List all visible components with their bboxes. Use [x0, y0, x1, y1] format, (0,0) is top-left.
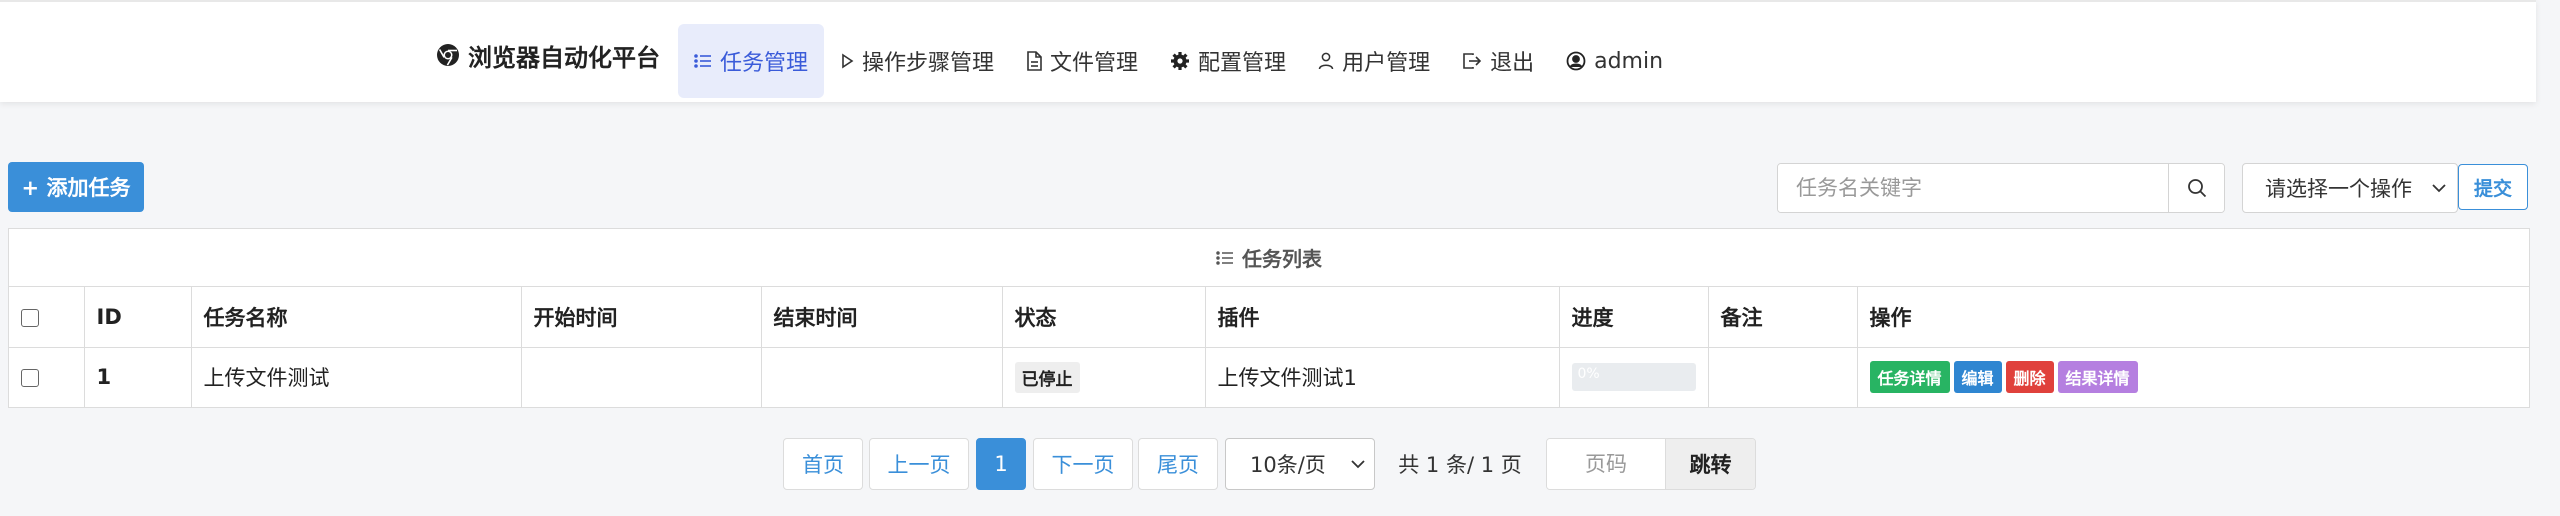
cell-end-time [761, 347, 1003, 408]
column-header: 状态 [1002, 287, 1206, 348]
cell-note [1708, 347, 1858, 408]
table-row: 1 上传文件测试 已停止 上传文件测试1 0% 任务详情 编辑 删除 结果详情 [9, 347, 2529, 408]
nav-label: 文件管理 [1050, 51, 1139, 76]
page-size-value: 10条/页 [1250, 453, 1326, 477]
nav-label: 任务管理 [720, 51, 809, 76]
first-page-button[interactable]: 首页 [783, 438, 863, 490]
task-detail-button[interactable]: 任务详情 [1869, 361, 1950, 393]
play-icon [842, 53, 854, 69]
nav-item-admin[interactable]: admin [1550, 24, 1679, 98]
column-header: 开始时间 [521, 287, 762, 348]
status-badge: 已停止 [1014, 361, 1080, 393]
search-input[interactable] [1778, 164, 2168, 212]
task-table-card: 任务列表 ID 任务名称 开始时间 结束时间 状态 插件 进度 备注 操作 1 … [8, 228, 2530, 408]
cell-id: 1 [84, 347, 192, 408]
column-header: 操作 [1857, 287, 2529, 348]
user-icon [1318, 52, 1334, 70]
page-size-select[interactable]: 10条/页 [1225, 438, 1375, 490]
cell-name: 上传文件测试 [191, 347, 522, 408]
nav-label: admin [1594, 48, 1664, 74]
main-nav: 任务管理 操作步骤管理 文件管理 配置管理 用户管理 退出 admin [678, 24, 1679, 98]
edit-button[interactable]: 编辑 [1953, 361, 2002, 393]
table-header-row: ID 任务名称 开始时间 结束时间 状态 插件 进度 备注 操作 [9, 287, 2529, 348]
nav-label: 用户管理 [1342, 51, 1431, 76]
search-button[interactable] [2168, 164, 2224, 212]
brand-title: 浏览器自动化平台 [468, 43, 660, 72]
file-icon [1027, 51, 1042, 71]
nav-label: 退出 [1490, 51, 1535, 76]
task-table: ID 任务名称 开始时间 结束时间 状态 插件 进度 备注 操作 1 上传文件测… [9, 287, 2529, 408]
brand[interactable]: 浏览器自动化平台 [436, 38, 660, 72]
progress-bar: 0% [1571, 363, 1696, 391]
nav-label: 配置管理 [1198, 51, 1287, 76]
list-icon [1216, 250, 1233, 265]
operation-select-value: 请选择一个操作 [2265, 177, 2412, 201]
delete-button[interactable]: 删除 [2005, 361, 2054, 393]
add-task-button[interactable]: + 添加任务 [8, 162, 144, 212]
column-header: 备注 [1708, 287, 1858, 348]
select-all-cell [9, 287, 85, 348]
nav-item-logout[interactable]: 退出 [1446, 24, 1550, 98]
progress-label: 0% [1577, 366, 1600, 382]
user-circle-icon [1566, 51, 1586, 71]
total-text: 共 1 条/ 1 页 [1398, 453, 1522, 477]
column-header: 插件 [1205, 287, 1560, 348]
nav-item-step-management[interactable]: 操作步骤管理 [824, 24, 1010, 98]
operation-select[interactable]: 请选择一个操作 [2242, 163, 2458, 213]
column-header: 进度 [1559, 287, 1709, 348]
last-page-button[interactable]: 尾页 [1138, 438, 1218, 490]
jump-button[interactable]: 跳转 [1665, 439, 1755, 489]
logout-icon [1463, 53, 1482, 69]
row-select-cell [9, 347, 85, 408]
nav-item-task-management[interactable]: 任务管理 [678, 24, 825, 98]
jump-to-page: 跳转 [1546, 438, 1756, 490]
nav-item-file-management[interactable]: 文件管理 [1010, 24, 1154, 98]
nav-item-user-management[interactable]: 用户管理 [1302, 24, 1446, 98]
nav-label: 操作步骤管理 [862, 51, 995, 76]
nav-item-config-management[interactable]: 配置管理 [1154, 24, 1302, 98]
page-number-input[interactable] [1547, 439, 1665, 489]
top-navbar: 浏览器自动化平台 任务管理 操作步骤管理 文件管理 配置管理 用户管理 退出 a… [0, 0, 2536, 102]
cell-plugin: 上传文件测试1 [1205, 347, 1560, 408]
row-checkbox[interactable] [21, 369, 39, 387]
table-title: 任务列表 [9, 229, 2529, 287]
cell-progress: 0% [1559, 347, 1709, 408]
task-id: 1 [96, 365, 112, 389]
cell-actions: 任务详情 编辑 删除 结果详情 [1857, 347, 2529, 408]
chrome-icon [437, 44, 459, 66]
search-box [1777, 163, 2225, 213]
chevron-down-icon [1351, 460, 1365, 469]
list-icon [694, 54, 711, 68]
submit-button[interactable]: 提交 [2458, 164, 2528, 210]
gear-icon [1171, 52, 1190, 70]
column-header: 任务名称 [191, 287, 522, 348]
chevron-down-icon [2432, 184, 2446, 193]
prev-page-button[interactable]: 上一页 [869, 438, 969, 490]
next-page-button[interactable]: 下一页 [1033, 438, 1133, 490]
page-1-button[interactable]: 1 [976, 438, 1026, 490]
action-buttons: 任务详情 编辑 删除 结果详情 [1869, 361, 2518, 393]
select-all-checkbox[interactable] [21, 308, 39, 327]
column-header: ID [84, 287, 192, 348]
search-icon [2187, 179, 2206, 198]
column-header: 结束时间 [761, 287, 1003, 348]
cell-start-time [521, 347, 762, 408]
table-title-label: 任务列表 [1242, 247, 1322, 271]
result-detail-button[interactable]: 结果详情 [2057, 361, 2138, 393]
cell-status: 已停止 [1002, 347, 1206, 408]
